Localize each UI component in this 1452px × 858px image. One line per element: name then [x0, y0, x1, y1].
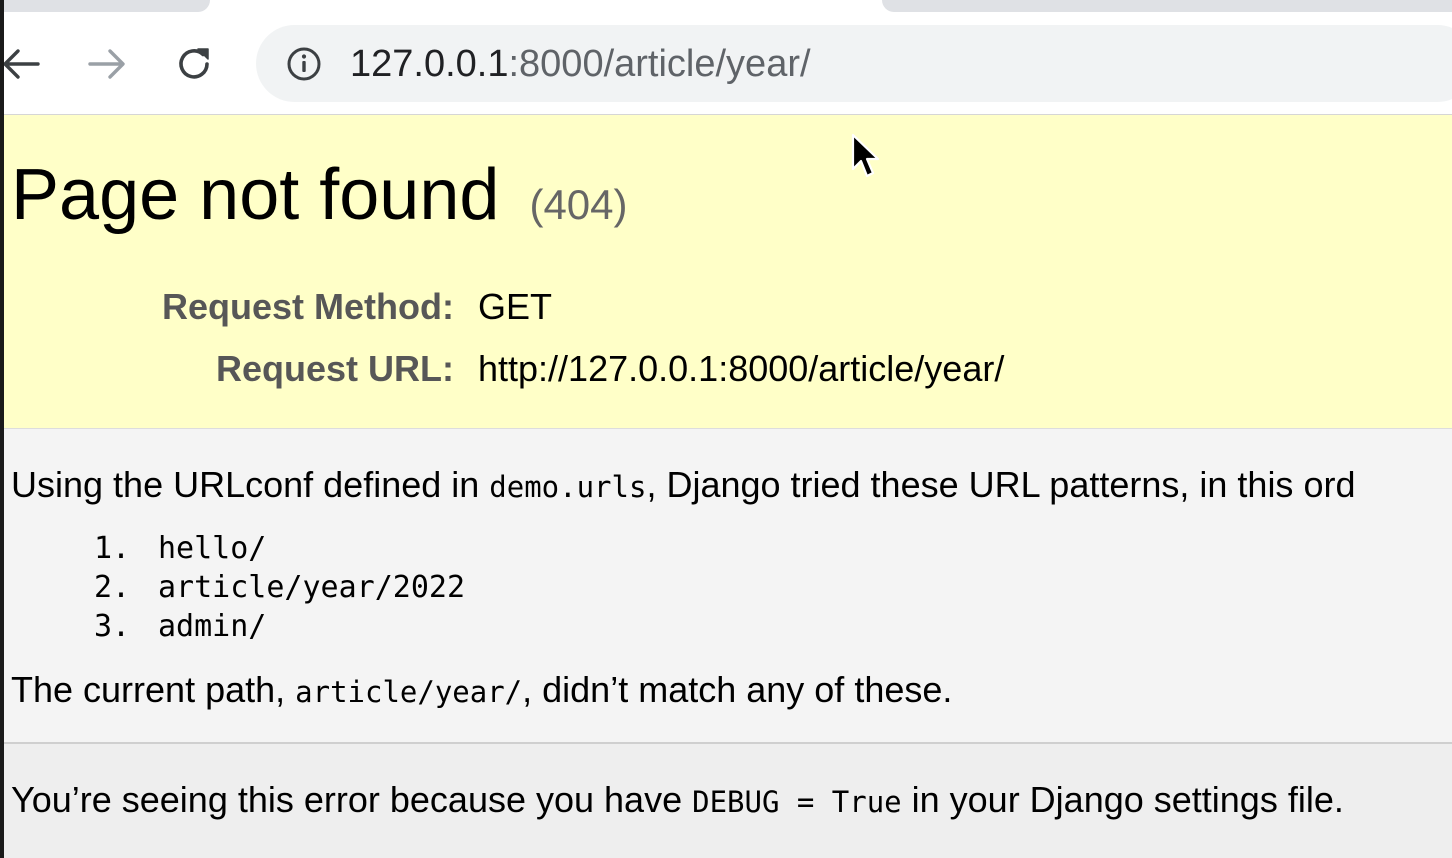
urlconf-module: demo.urls — [489, 470, 647, 504]
page-title: Page not found (404) — [11, 153, 628, 247]
debug-text-after: in your Django settings file. — [901, 779, 1344, 820]
list-item: 1. hello/ — [94, 529, 465, 568]
request-url-label: Request URL: — [215, 348, 454, 389]
reload-button[interactable] — [168, 36, 220, 92]
list-item: 3. admin/ — [94, 607, 465, 646]
arrow-left-icon — [3, 49, 40, 79]
window-edge — [0, 0, 4, 858]
reload-icon — [179, 48, 209, 79]
pattern-text: hello/ — [158, 531, 267, 566]
status-code: (404) — [529, 181, 628, 228]
current-path-message: The current path, article/year/, didn’t … — [11, 668, 952, 714]
list-item: 2. article/year/2022 — [94, 568, 465, 607]
forward-button[interactable] — [80, 36, 132, 92]
info-circle-icon[interactable] — [286, 46, 322, 82]
address-text[interactable]: 127.0.0.1:8000/article/year/ — [350, 37, 811, 91]
url-pattern-list: 1. hello/ 2. article/year/2022 3. admin/ — [94, 529, 465, 646]
url-host: 127.0.0.1 — [350, 43, 509, 85]
tab-strip-right[interactable] — [882, 0, 1452, 12]
browser-toolbar: 127.0.0.1:8000/article/year/ — [0, 0, 1452, 115]
debug-explanation: You’re seeing this error because you hav… — [4, 744, 1452, 858]
debug-text-before: You’re seeing this error because you hav… — [11, 779, 693, 820]
pattern-number: 1. — [94, 531, 131, 566]
arrow-right-icon — [88, 49, 125, 79]
url-path: :8000/article/year/ — [508, 43, 811, 85]
urlconf-intro: Using the URLconf defined in demo.urls, … — [11, 463, 1355, 509]
pattern-text: admin/ — [158, 609, 267, 644]
mouse-cursor-icon — [851, 133, 880, 178]
error-summary: Page not found (404) Request Method: GET… — [4, 115, 1452, 429]
intro-text-after: , Django tried these URL patterns, in th… — [646, 464, 1356, 505]
intro-text-before: Using the URLconf defined in — [11, 464, 490, 505]
tab-strip-left[interactable] — [0, 0, 210, 12]
back-button[interactable] — [0, 36, 46, 92]
pattern-text: article/year/2022 — [158, 570, 466, 605]
page-title-text: Page not found — [11, 155, 500, 235]
request-url-value: http://127.0.0.1:8000/article/year/ — [478, 348, 1005, 389]
pattern-number: 3. — [94, 609, 131, 644]
debug-message: You’re seeing this error because you hav… — [11, 778, 1344, 824]
error-info: Using the URLconf defined in demo.urls, … — [4, 429, 1452, 744]
browser-window: 127.0.0.1:8000/article/year/ Page not fo… — [0, 0, 1452, 858]
request-method-label: Request Method: — [162, 286, 454, 327]
address-bar[interactable]: 127.0.0.1:8000/article/year/ — [256, 25, 1452, 102]
current-path: article/year/ — [295, 675, 523, 709]
debug-setting: DEBUG = True — [692, 785, 902, 819]
current-text-after: , didn’t match any of these. — [522, 669, 953, 710]
pattern-number: 2. — [94, 570, 131, 605]
request-method-value: GET — [478, 286, 553, 327]
current-text-before: The current path, — [11, 669, 296, 710]
